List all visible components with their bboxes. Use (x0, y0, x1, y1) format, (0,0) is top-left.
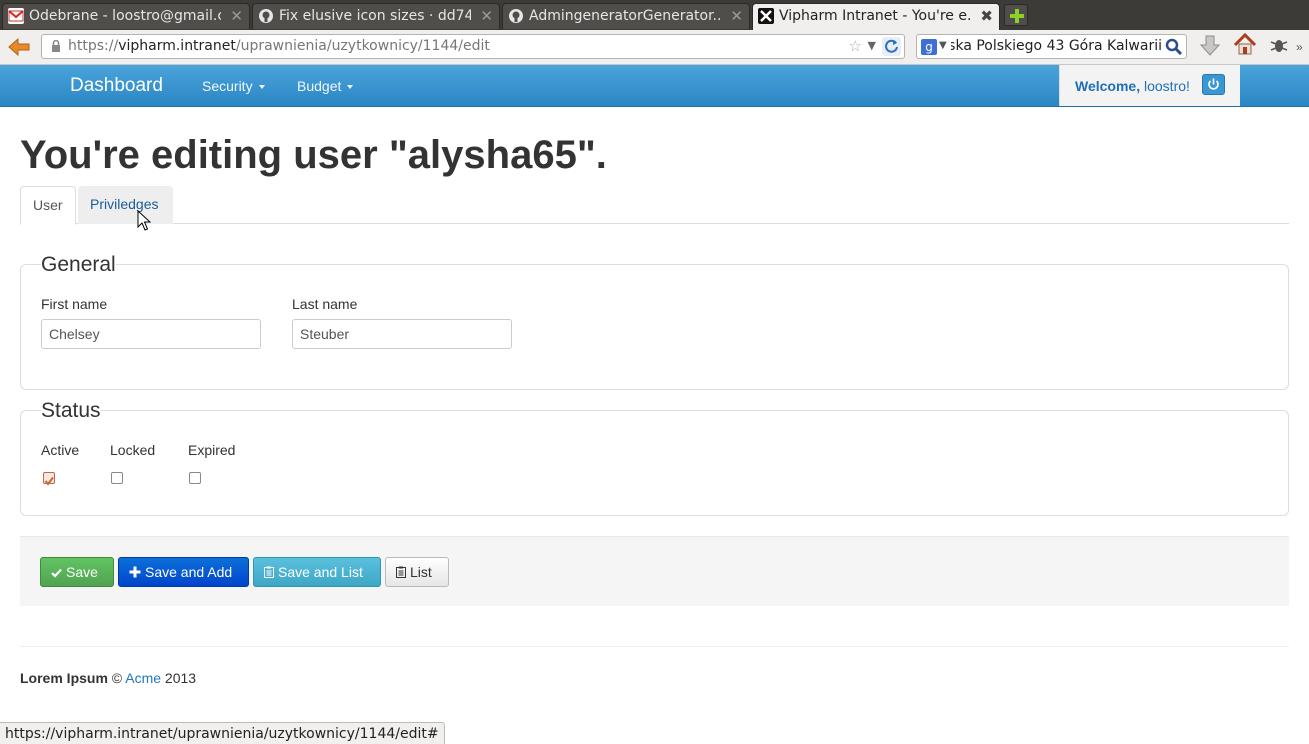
tab-priviledges[interactable]: Priviledges (78, 186, 173, 224)
expired-label: Expired (188, 442, 236, 458)
form-tabs: User Priviledges (20, 186, 1289, 225)
browser-tab-label: Fix elusive icon sizes · dd74... (279, 8, 471, 24)
list-button-label: List (410, 564, 432, 580)
username-link[interactable]: loostro! (1140, 78, 1190, 94)
footer-vendor-link[interactable]: Acme (125, 670, 161, 686)
nav-item-budget[interactable]: Budget (297, 78, 354, 94)
search-input[interactable]: ojska Polskiego 43 Góra Kalwarii (951, 38, 1162, 54)
reload-icon[interactable] (882, 37, 901, 56)
chevron-down-icon[interactable]: ▼ (939, 40, 947, 51)
github-icon (508, 8, 524, 24)
close-icon[interactable]: ✕ (230, 7, 243, 25)
browser-tab-gmail[interactable]: Odebrane - loostro@gmail.com ✕ (2, 3, 250, 29)
site-navbar: Dashboard Security Budget Welcome, loost… (0, 65, 1309, 107)
mouse-cursor-icon (137, 209, 152, 232)
address-bar[interactable]: https://vipharm.intranet/uprawnienia/uzy… (41, 34, 905, 59)
google-icon[interactable]: g (921, 39, 937, 55)
logout-button[interactable] (1202, 74, 1225, 95)
active-checkbox[interactable] (43, 472, 55, 486)
caret-down-icon (258, 85, 265, 90)
chevron-down-icon[interactable]: ▼ (868, 39, 876, 52)
footer-copyright: © (107, 670, 126, 686)
save-and-list-button-label: Save and List (278, 564, 363, 580)
power-icon (1208, 78, 1219, 90)
plus-icon (129, 565, 141, 581)
clipboard-icon (264, 565, 274, 581)
checkmark-icon (44, 476, 54, 486)
lock-icon (51, 39, 61, 52)
footer-company: Lorem Ipsum (20, 670, 108, 686)
general-fieldset: General First name Last name (20, 253, 1289, 390)
first-name-label: First name (41, 296, 108, 312)
brand-link[interactable]: Dashboard (70, 75, 163, 97)
nav-item-label: Security (202, 78, 253, 94)
page-title: You're editing user "alysha65". (20, 133, 607, 177)
search-bar[interactable]: g ▼ ojska Polskiego 43 Góra Kalwarii (916, 34, 1187, 59)
gmail-icon (8, 8, 24, 24)
bookmark-star-icon[interactable]: ☆ (849, 37, 862, 55)
status-legend: Status (41, 399, 101, 423)
general-legend: General (41, 253, 116, 277)
active-label: Active (41, 442, 80, 458)
browser-tab-github-admingen[interactable]: AdmingeneratorGenerator... ✕ (502, 3, 750, 29)
close-icon[interactable]: ✕ (730, 7, 743, 25)
save-and-list-button[interactable]: Save and List (253, 557, 381, 587)
status-fieldset: Status Active Locked Expired (20, 399, 1289, 516)
user-welcome-box: Welcome, loostro! (1059, 65, 1240, 106)
new-tab-button[interactable] (1004, 4, 1028, 26)
address-text: https://vipharm.intranet/uprawnienia/uzy… (68, 38, 490, 54)
back-arrow-icon[interactable] (6, 35, 32, 59)
home-icon[interactable] (1232, 32, 1258, 58)
browser-tab-label: Odebrane - loostro@gmail.com (29, 8, 221, 24)
last-name-input[interactable] (292, 319, 512, 349)
last-name-label: Last name (292, 296, 358, 312)
caret-down-icon (347, 85, 354, 90)
tab-user[interactable]: User (20, 186, 76, 225)
list-button[interactable]: List (385, 557, 449, 587)
save-and-add-button[interactable]: Save and Add (118, 557, 249, 587)
browser-tab-strip: Odebrane - loostro@gmail.com ✕ Fix elusi… (0, 0, 1309, 30)
clipboard-icon (396, 565, 406, 581)
footer-year: 2013 (161, 670, 197, 686)
search-icon[interactable] (1165, 38, 1183, 56)
expired-checkbox[interactable] (189, 472, 201, 484)
locked-checkbox[interactable] (111, 472, 123, 484)
browser-tab-label: AdmingeneratorGenerator... (529, 8, 721, 24)
save-button[interactable]: Save (40, 557, 114, 587)
nav-item-label: Budget (297, 78, 342, 94)
close-icon[interactable]: ✕ (480, 7, 493, 25)
browser-tab-label: Vipharm Intranet - You're e... (779, 8, 971, 24)
form-actions: Save Save and Add Save and List List (20, 536, 1289, 606)
check-icon (51, 565, 62, 581)
divider (20, 646, 1289, 647)
locked-label: Locked (110, 442, 156, 458)
footer: Lorem Ipsum © Acme 2013 (20, 670, 196, 686)
chevron-right-icon[interactable]: » (1296, 38, 1308, 64)
browser-tab-github-fix[interactable]: Fix elusive icon sizes · dd74... ✕ (252, 3, 500, 29)
close-icon[interactable]: ✖ (980, 7, 993, 25)
github-icon (258, 8, 274, 24)
nav-item-security[interactable]: Security (202, 78, 265, 94)
first-name-input[interactable] (41, 319, 261, 349)
browser-navigation-bar: https://vipharm.intranet/uprawnienia/uzy… (0, 30, 1309, 65)
site-x-icon (758, 8, 774, 24)
browser-status-bar: https://vipharm.intranet/uprawnienia/uzy… (0, 722, 445, 744)
welcome-text: Welcome, loostro! (1075, 78, 1190, 94)
save-and-add-button-label: Save and Add (145, 564, 233, 580)
browser-tab-vipharm[interactable]: Vipharm Intranet - You're e... ✖ (752, 3, 1000, 30)
save-button-label: Save (66, 564, 98, 580)
download-arrow-icon[interactable] (1197, 33, 1223, 59)
firebug-icon[interactable] (1268, 34, 1294, 60)
